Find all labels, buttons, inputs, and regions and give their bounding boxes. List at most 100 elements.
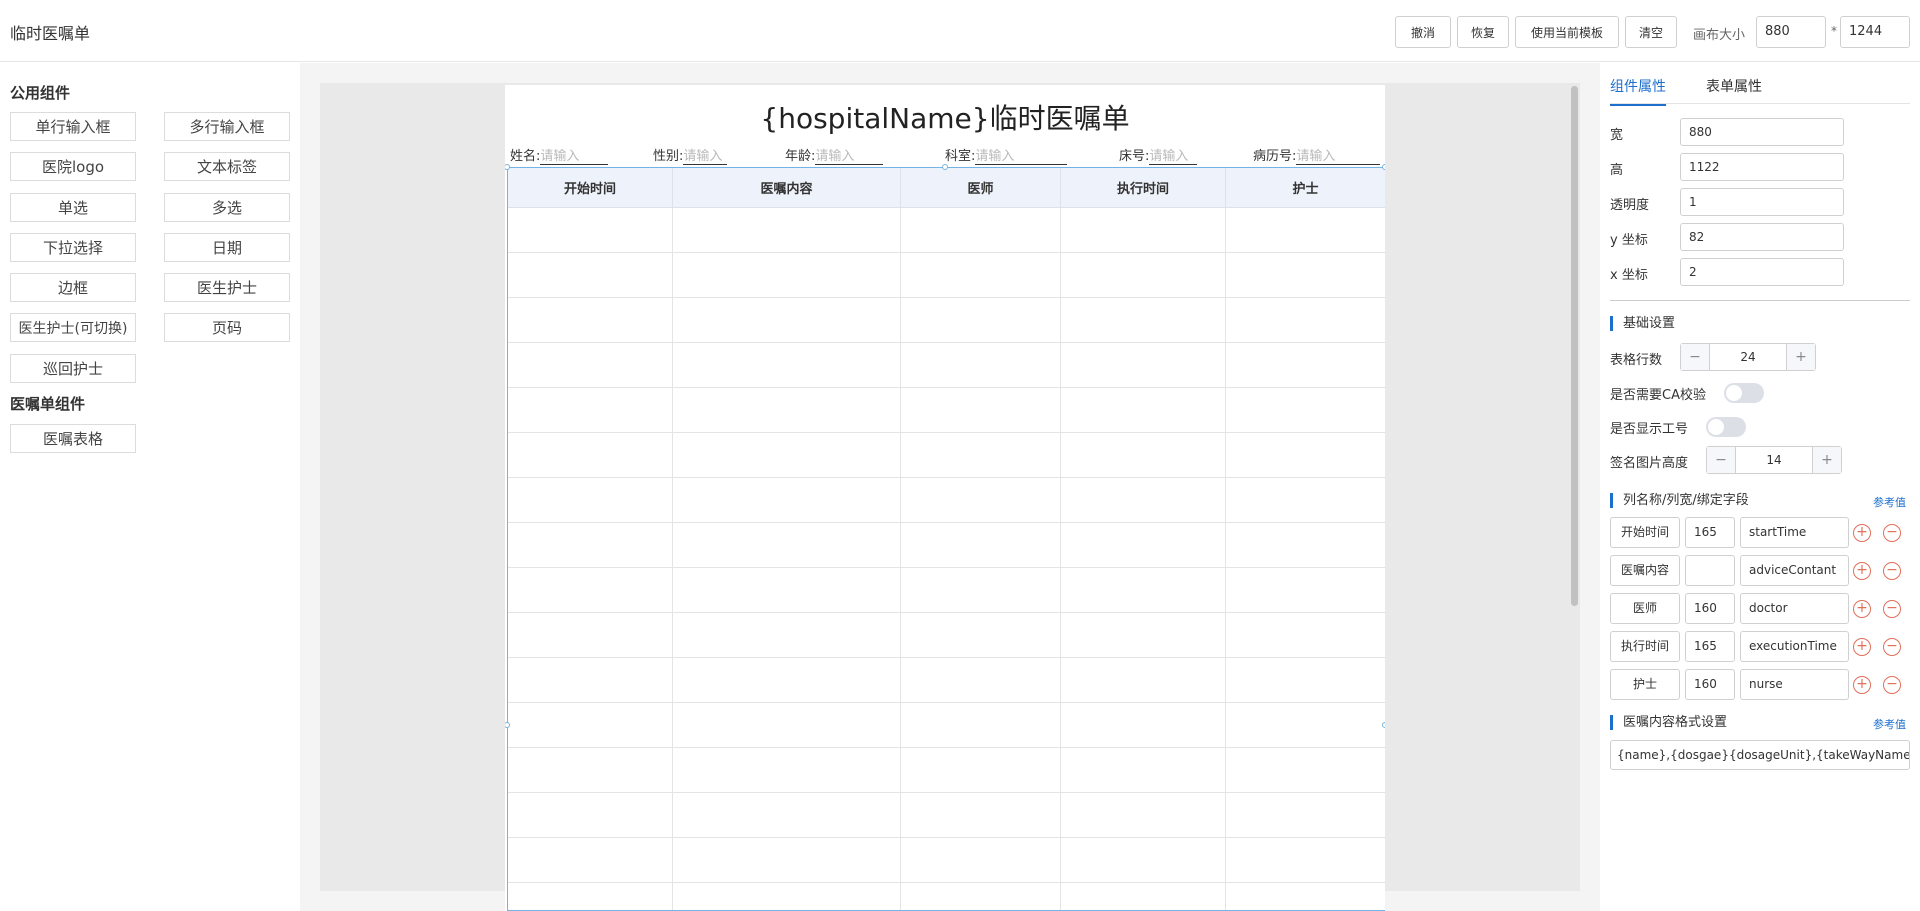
opacity-input[interactable]: 1 — [1680, 188, 1844, 216]
column-field-input[interactable]: doctor — [1740, 593, 1849, 624]
canvas-size-label: 画布大小 — [1693, 28, 1746, 43]
field-label: 病历号: — [1253, 149, 1297, 164]
component-item[interactable]: 单行输入框 — [10, 112, 136, 141]
column-width-input[interactable] — [1685, 555, 1735, 586]
advice-components-title: 医嘱单组件 — [10, 395, 86, 413]
columns-settings-title: 列名称/列宽/绑定字段 — [1610, 493, 1749, 508]
field-placeholder[interactable]: 请输入 — [815, 145, 884, 165]
tab-component-props[interactable]: 组件属性 — [1610, 76, 1666, 106]
sign-height-stepper[interactable]: − 14 + — [1706, 446, 1842, 474]
canvas-scrollbar[interactable] — [1571, 86, 1578, 606]
component-item[interactable]: 巡回护士 — [10, 354, 136, 383]
component-item[interactable]: 多选 — [164, 193, 290, 222]
show-id-label: 是否显示工号 — [1610, 422, 1689, 437]
resize-handle[interactable] — [1382, 722, 1385, 728]
sign-height-value[interactable]: 14 — [1735, 447, 1813, 473]
minus-icon[interactable]: − — [1681, 344, 1709, 370]
paper-sheet[interactable]: {hospitalName}临时医嘱单 姓名:请输入 性别:请输入 年龄:请输入… — [505, 85, 1385, 911]
remove-circle-icon[interactable]: − — [1883, 600, 1901, 618]
field-placeholder[interactable]: 请输入 — [1149, 145, 1198, 165]
component-item[interactable]: 边框 — [10, 273, 136, 302]
add-circle-icon[interactable]: + — [1853, 524, 1871, 542]
column-width-input[interactable]: 160 — [1685, 593, 1735, 624]
component-item[interactable]: 医生护士(可切换) — [10, 313, 136, 342]
field-placeholder[interactable]: 请输入 — [975, 145, 1068, 165]
field-placeholder[interactable]: 请输入 — [683, 145, 728, 165]
common-components-title: 公用组件 — [10, 84, 71, 102]
component-item[interactable]: 日期 — [164, 233, 290, 262]
column-name-input[interactable]: 医师 — [1610, 593, 1680, 624]
prop-label: x 坐标 — [1610, 268, 1648, 283]
remove-circle-icon[interactable]: − — [1883, 562, 1901, 580]
column-width-input[interactable]: 160 — [1685, 669, 1735, 700]
field-label: 科室: — [945, 149, 976, 164]
component-item[interactable]: 单选 — [10, 193, 136, 222]
row-count-value[interactable]: 24 — [1709, 344, 1787, 370]
format-settings-title: 医嘱内容格式设置 — [1610, 715, 1727, 730]
field-department[interactable]: 科室:请输入 — [945, 145, 1068, 165]
show-id-toggle[interactable] — [1706, 417, 1746, 437]
remove-circle-icon[interactable]: − — [1883, 638, 1901, 656]
component-item[interactable]: 下拉选择 — [10, 233, 136, 262]
canvas-height-input[interactable]: 1244 — [1840, 16, 1910, 48]
add-circle-icon[interactable]: + — [1853, 676, 1871, 694]
field-record-no[interactable]: 病历号:请输入 — [1253, 145, 1381, 165]
ca-check-toggle[interactable] — [1724, 383, 1764, 403]
top-bar: 临时医嘱单 撤消 恢复 使用当前模板 清空 画布大小 880 * 1244 — [0, 0, 1920, 62]
column-width-input[interactable]: 165 — [1685, 631, 1735, 662]
format-reference-link[interactable]: 参考值 — [1873, 716, 1906, 732]
paper-title[interactable]: {hospitalName}临时医嘱单 — [505, 97, 1385, 137]
add-circle-icon[interactable]: + — [1853, 562, 1871, 580]
properties-tabs: 组件属性 表单属性 — [1610, 76, 1910, 106]
toggle-knob — [1708, 419, 1724, 435]
advice-format-input[interactable]: {name},{dosgae}{dosageUnit},{takeWayName… — [1610, 740, 1910, 770]
column-name-input[interactable]: 医嘱内容 — [1610, 555, 1680, 586]
y-coordinate-input[interactable]: 82 — [1680, 223, 1844, 251]
clear-button[interactable]: 清空 — [1625, 16, 1677, 48]
column-name-input[interactable]: 执行时间 — [1610, 631, 1680, 662]
canvas-width-input[interactable]: 880 — [1756, 16, 1826, 48]
field-bed[interactable]: 床号:请输入 — [1119, 145, 1198, 165]
canvas-size-separator: * — [1831, 24, 1837, 38]
column-field-input[interactable]: adviceContant — [1740, 555, 1849, 586]
plus-icon[interactable]: + — [1813, 447, 1841, 473]
column-field-input[interactable]: executionTime — [1740, 631, 1849, 662]
add-circle-icon[interactable]: + — [1853, 600, 1871, 618]
x-coordinate-input[interactable]: 2 — [1680, 258, 1844, 286]
component-item[interactable]: 页码 — [164, 313, 290, 342]
field-placeholder[interactable]: 请输入 — [540, 145, 609, 165]
component-item[interactable]: 医生护士 — [164, 273, 290, 302]
component-item[interactable]: 医院logo — [10, 152, 136, 181]
field-label: 性别: — [653, 149, 684, 164]
use-template-button[interactable]: 使用当前模板 — [1515, 16, 1619, 48]
width-input[interactable]: 880 — [1680, 118, 1844, 146]
column-field-input[interactable]: nurse — [1740, 669, 1849, 700]
field-age[interactable]: 年龄:请输入 — [785, 145, 884, 165]
tab-form-props[interactable]: 表单属性 — [1706, 76, 1762, 96]
component-item[interactable]: 文本标签 — [164, 152, 290, 181]
column-width-input[interactable]: 165 — [1685, 517, 1735, 548]
height-input[interactable]: 1122 — [1680, 153, 1844, 181]
column-name-input[interactable]: 开始时间 — [1610, 517, 1680, 548]
field-gender[interactable]: 性别:请输入 — [653, 145, 728, 165]
column-name-input[interactable]: 护士 — [1610, 669, 1680, 700]
redo-button[interactable]: 恢复 — [1457, 16, 1509, 48]
row-count-label: 表格行数 — [1610, 353, 1663, 368]
undo-button[interactable]: 撤消 — [1395, 16, 1451, 48]
field-name[interactable]: 姓名:请输入 — [510, 145, 609, 165]
plus-icon[interactable]: + — [1787, 344, 1815, 370]
remove-circle-icon[interactable]: − — [1883, 524, 1901, 542]
column-field-input[interactable]: startTime — [1740, 517, 1849, 548]
columns-reference-link[interactable]: 参考值 — [1873, 494, 1906, 510]
component-item-advice-table[interactable]: 医嘱表格 — [10, 424, 136, 453]
minus-icon[interactable]: − — [1707, 447, 1735, 473]
resize-handle[interactable] — [1382, 164, 1385, 170]
add-circle-icon[interactable]: + — [1853, 638, 1871, 656]
remove-circle-icon[interactable]: − — [1883, 676, 1901, 694]
app-title: 临时医嘱单 — [10, 24, 91, 43]
field-placeholder[interactable]: 请输入 — [1296, 145, 1381, 165]
component-sidebar — [0, 63, 300, 911]
row-count-stepper[interactable]: − 24 + — [1680, 343, 1816, 371]
resize-handle[interactable] — [942, 164, 948, 170]
component-item[interactable]: 多行输入框 — [164, 112, 290, 141]
